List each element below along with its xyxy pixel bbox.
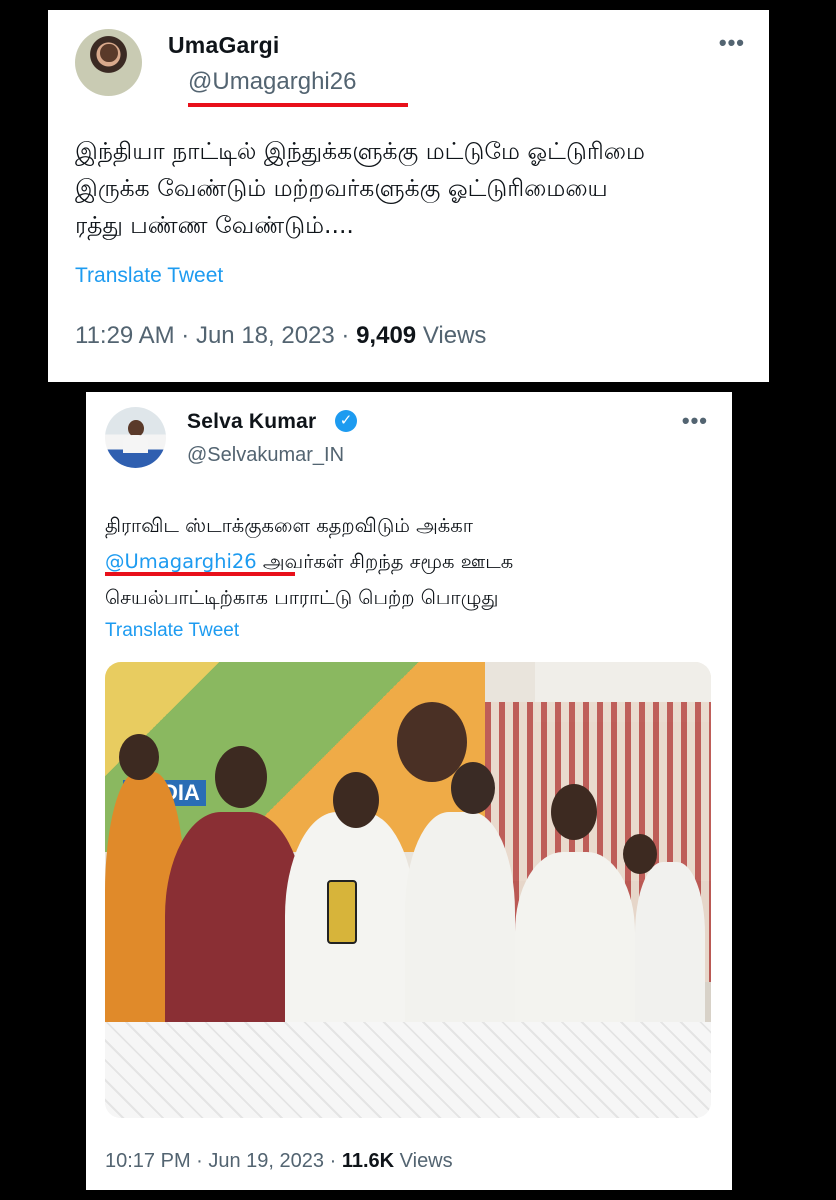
avatar-body [123, 435, 148, 454]
photo-person-head [333, 772, 379, 828]
tweet-card-selva-kumar[interactable]: Selva Kumar ✓ @Selvakumar_IN ••• திராவிட… [86, 392, 732, 1190]
tweet-text-line: இருக்க வேண்டும் மற்றவர்களுக்கு ஓட்டுரிமை… [75, 174, 608, 202]
tweet-metadata: 11:29 AM · Jun 18, 2023 · 9,409 Views [75, 322, 486, 350]
tweet-text-line: செயல்பாட்டிற்காக பாராட்டு பெற்ற பொழுது [105, 586, 499, 609]
tweet-timestamp[interactable]: 11:29 AM · Jun 18, 2023 · [75, 322, 349, 349]
views-count: 9,409 [356, 322, 417, 349]
mention-link[interactable]: @Umagarghi26 [105, 550, 257, 573]
photo-person-head [119, 734, 159, 780]
photo-person-head [215, 746, 267, 808]
tweet-text-fragment: அவர்கள் சிறந்த சமூக ஊடக [256, 550, 514, 573]
tweet-text: திராவிட ஸ்டாக்குகளை கதறவிடும் அக்கா @Uma… [105, 508, 715, 616]
tweet-text-line: ரத்து பண்ண வேண்டும்.... [75, 211, 354, 239]
more-horizontal-icon[interactable]: ••• [719, 30, 745, 56]
tweet-timestamp[interactable]: 10:17 PM · Jun 19, 2023 · [105, 1150, 336, 1172]
tweet-text-line: இந்தியா நாட்டில் இந்துக்களுக்கு மட்டுமே … [75, 137, 645, 165]
tweet-photo[interactable]: MEDIA [105, 662, 711, 1118]
translate-tweet-link[interactable]: Translate Tweet [105, 620, 239, 642]
photo-person-head [551, 784, 597, 840]
display-name[interactable]: UmaGargi [168, 32, 280, 59]
tweet-text-line: திராவிட ஸ்டாக்குகளை கதறவிடும் அக்கா [105, 514, 473, 537]
more-horizontal-icon[interactable]: ••• [682, 408, 708, 434]
red-underline-annotation [105, 572, 295, 576]
views-label: Views [422, 322, 487, 349]
photo-person-head [623, 834, 657, 874]
translate-tweet-link[interactable]: Translate Tweet [75, 264, 223, 288]
avatar[interactable] [105, 407, 166, 468]
verified-badge-icon: ✓ [335, 410, 357, 432]
avatar[interactable] [75, 29, 142, 96]
user-handle[interactable]: @Selvakumar_IN [187, 444, 344, 467]
red-underline-annotation [188, 103, 408, 107]
photo-trophy [327, 880, 357, 944]
photo-person [635, 862, 705, 1042]
tweet-card-umagargi[interactable]: UmaGargi @Umagarghi26 ••• இந்தியா நாட்டி… [48, 10, 769, 382]
photo-person-head [451, 762, 495, 814]
photo-table [105, 1022, 711, 1118]
views-count: 11.6K [341, 1150, 395, 1172]
user-handle[interactable]: @Umagarghi26 [188, 68, 356, 96]
views-label: Views [399, 1150, 453, 1172]
display-name[interactable]: Selva Kumar [187, 410, 316, 434]
avatar-head [100, 43, 118, 63]
tweet-text: இந்தியா நாட்டில் இந்துக்களுக்கு மட்டுமே … [75, 133, 755, 244]
tweet-metadata: 10:17 PM · Jun 19, 2023 · 11.6K Views [105, 1150, 453, 1173]
